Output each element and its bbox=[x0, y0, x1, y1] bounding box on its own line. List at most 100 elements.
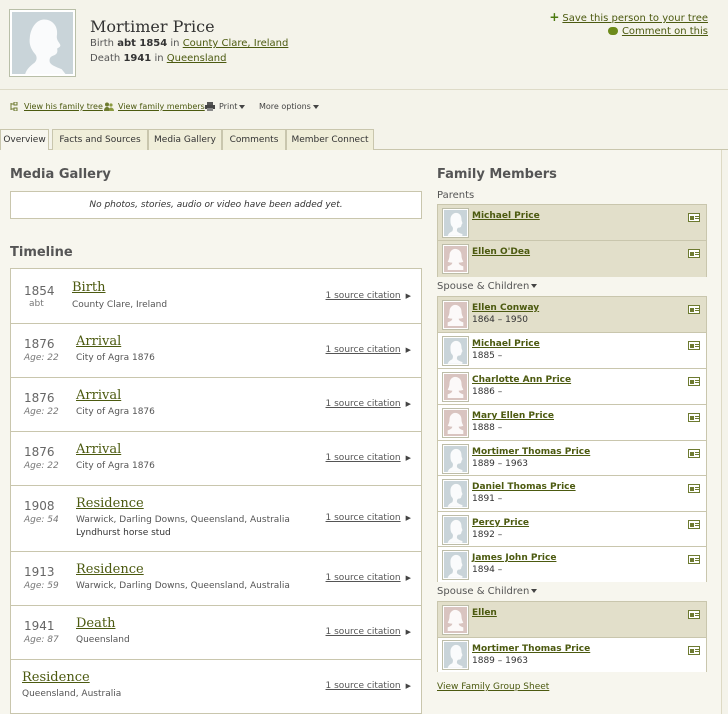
view-family-members-link[interactable]: View family members bbox=[118, 102, 205, 111]
more-options-menu[interactable]: More options bbox=[259, 102, 319, 111]
chevron-right-icon: ▶ bbox=[405, 514, 411, 522]
member-name-link[interactable]: Charlotte Ann Price bbox=[472, 375, 571, 385]
event-place: Warwick, Darling Downs, Queensland, Aust… bbox=[76, 515, 290, 525]
view-family-tree-link[interactable]: View his family tree bbox=[24, 102, 103, 111]
member-name-link[interactable]: Daniel Thomas Price bbox=[472, 482, 576, 492]
chevron-right-icon: ▶ bbox=[405, 346, 411, 354]
member-name-link[interactable]: Mortimer Thomas Price bbox=[472, 644, 590, 654]
profile-card-icon[interactable] bbox=[688, 520, 700, 529]
source-citation-link[interactable]: 1 source citation ▶ bbox=[326, 513, 411, 523]
source-citation-link[interactable]: 1 source citation ▶ bbox=[326, 399, 411, 409]
chevron-right-icon: ▶ bbox=[405, 292, 411, 300]
birth-place-link[interactable]: County Clare, Ireland bbox=[183, 38, 289, 49]
member-name-link[interactable]: Percy Price bbox=[472, 518, 529, 528]
tab-overview[interactable]: Overview bbox=[0, 129, 49, 151]
member-dates: 1886 – bbox=[472, 387, 503, 397]
member-dates: 1885 – bbox=[472, 351, 503, 361]
spouse-children-label: Spouse & Children bbox=[437, 586, 530, 597]
family-member-row[interactable]: Daniel Thomas Price 1891 – bbox=[438, 476, 706, 512]
member-name-link[interactable]: Ellen O'Dea bbox=[472, 247, 530, 257]
print-menu[interactable]: Print bbox=[205, 102, 246, 111]
profile-card-icon[interactable] bbox=[688, 377, 700, 386]
people-icon bbox=[104, 102, 114, 111]
view-family-tree-action[interactable]: View his family tree bbox=[10, 102, 103, 111]
family-member-row[interactable]: Michael Price bbox=[438, 205, 706, 241]
event-year: 1913 bbox=[24, 565, 55, 579]
spouse-children-toggle[interactable]: Spouse & Children bbox=[437, 586, 538, 597]
family-member-row[interactable]: Mortimer Thomas Price 1889 – 1963 bbox=[438, 638, 706, 672]
tab-facts-and-sources[interactable]: Facts and Sources bbox=[52, 129, 148, 150]
member-name-link[interactable]: James John Price bbox=[472, 553, 556, 563]
event-type-link[interactable]: Arrival bbox=[76, 334, 121, 349]
spouse-children-list: Ellen Conway 1864 – 1950 Michael Price 1… bbox=[437, 296, 707, 582]
female-silhouette-icon bbox=[447, 609, 464, 632]
event-year: 1908 bbox=[24, 499, 55, 513]
profile-card-icon[interactable] bbox=[688, 305, 700, 314]
family-member-row[interactable]: Mortimer Thomas Price 1889 – 1963 bbox=[438, 441, 706, 476]
member-name-link[interactable]: Mortimer Thomas Price bbox=[472, 447, 590, 457]
event-type-link[interactable]: Residence bbox=[76, 496, 144, 511]
save-person-link[interactable]: Save this person to your tree bbox=[562, 13, 708, 24]
save-person-action[interactable]: + Save this person to your tree bbox=[549, 10, 708, 24]
death-place-link[interactable]: Queensland bbox=[167, 53, 227, 64]
chevron-down-icon bbox=[239, 104, 246, 109]
event-type-link[interactable]: Death bbox=[76, 616, 115, 631]
source-citation-link[interactable]: 1 source citation ▶ bbox=[326, 453, 411, 463]
member-name-link[interactable]: Ellen bbox=[472, 608, 497, 618]
event-type-link[interactable]: Residence bbox=[22, 670, 90, 685]
view-family-group-sheet-link[interactable]: View Family Group Sheet bbox=[437, 682, 549, 692]
tab-comments[interactable]: Comments bbox=[222, 129, 286, 150]
family-member-row[interactable]: James John Price 1894 – bbox=[438, 547, 706, 582]
spouse-children-list: Ellen Mortimer Thomas Price 1889 – 1963 bbox=[437, 601, 707, 672]
comment-action[interactable]: Comment on this bbox=[607, 26, 708, 37]
source-citation-link[interactable]: 1 source citation ▶ bbox=[326, 627, 411, 637]
event-type-link[interactable]: Arrival bbox=[76, 442, 121, 457]
family-member-row[interactable]: Mary Ellen Price 1888 – bbox=[438, 405, 706, 441]
timeline-event: 1876 Age: 22 Arrival City of Agra 1876 1… bbox=[11, 378, 421, 432]
family-member-row[interactable]: Ellen bbox=[438, 602, 706, 638]
event-type-link[interactable]: Birth bbox=[72, 280, 106, 295]
profile-card-icon[interactable] bbox=[688, 646, 700, 655]
profile-card-icon[interactable] bbox=[688, 341, 700, 350]
member-dates: 1888 – bbox=[472, 423, 503, 433]
parents-list: Michael Price Ellen O'Dea bbox=[437, 204, 707, 277]
media-gallery-empty: No photos, stories, audio or video have … bbox=[10, 191, 422, 219]
profile-card-icon[interactable] bbox=[688, 249, 700, 258]
timeline-event: 1854 abt Birth County Clare, Ireland 1 s… bbox=[11, 269, 421, 324]
profile-card-icon[interactable] bbox=[688, 213, 700, 222]
male-silhouette-icon bbox=[447, 448, 463, 472]
event-type-link[interactable]: Residence bbox=[76, 562, 144, 577]
spouse-children-toggle[interactable]: Spouse & Children bbox=[437, 281, 538, 292]
profile-card-icon[interactable] bbox=[688, 413, 700, 422]
member-name-link[interactable]: Mary Ellen Price bbox=[472, 411, 554, 421]
timeline-event: 1876 Age: 22 Arrival City of Agra 1876 1… bbox=[11, 432, 421, 486]
profile-card-icon[interactable] bbox=[688, 484, 700, 493]
profile-card-icon[interactable] bbox=[688, 555, 700, 564]
family-member-row[interactable]: Ellen O'Dea bbox=[438, 241, 706, 277]
profile-card-icon[interactable] bbox=[688, 610, 700, 619]
member-name-link[interactable]: Michael Price bbox=[472, 339, 540, 349]
source-citation-link[interactable]: 1 source citation ▶ bbox=[326, 573, 411, 583]
source-citation-link[interactable]: 1 source citation ▶ bbox=[326, 345, 411, 355]
male-silhouette-icon bbox=[447, 519, 463, 543]
tab-member-connect[interactable]: Member Connect bbox=[286, 129, 374, 150]
person-header: Mortimer Price Birth abt 1854 in County … bbox=[0, 0, 728, 90]
birth-date: abt 1854 bbox=[117, 38, 168, 49]
timeline-heading: Timeline bbox=[10, 245, 73, 260]
member-name-link[interactable]: Ellen Conway bbox=[472, 303, 539, 313]
citation-label: 1 source citation bbox=[325, 345, 401, 355]
view-family-members-action[interactable]: View family members bbox=[104, 102, 205, 111]
female-silhouette-icon bbox=[447, 248, 464, 271]
comment-link[interactable]: Comment on this bbox=[622, 26, 708, 37]
family-member-row[interactable]: Michael Price 1885 – bbox=[438, 333, 706, 369]
profile-card-icon[interactable] bbox=[688, 449, 700, 458]
family-member-row[interactable]: Ellen Conway 1864 – 1950 bbox=[438, 297, 706, 333]
family-member-row[interactable]: Percy Price 1892 – bbox=[438, 512, 706, 547]
event-type-link[interactable]: Arrival bbox=[76, 388, 121, 403]
family-member-row[interactable]: Charlotte Ann Price 1886 – bbox=[438, 369, 706, 405]
tab-media-gallery[interactable]: Media Gallery bbox=[148, 129, 222, 150]
source-citation-link[interactable]: 1 source citation ▶ bbox=[326, 291, 411, 301]
citation-label: 1 source citation bbox=[325, 399, 401, 409]
source-citation-link[interactable]: 1 source citation ▶ bbox=[326, 681, 411, 691]
member-name-link[interactable]: Michael Price bbox=[472, 211, 540, 221]
